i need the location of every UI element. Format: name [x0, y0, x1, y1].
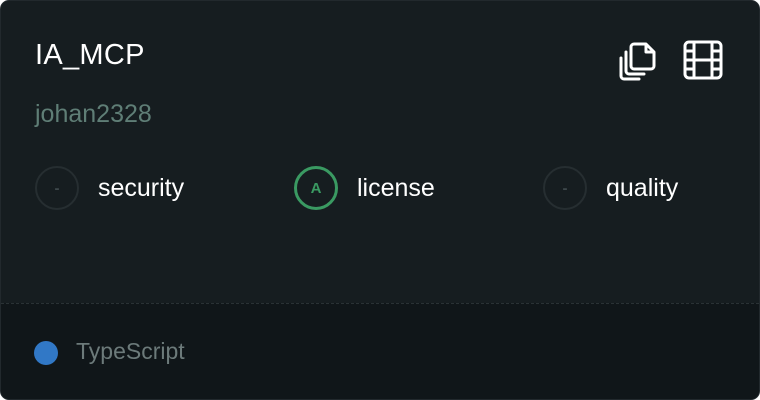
language-color-dot [34, 341, 58, 365]
repo-name[interactable]: IA_MCP [35, 39, 145, 72]
quality-label: quality [606, 173, 679, 202]
license-score[interactable]: A license [294, 164, 435, 212]
copy-icon [619, 42, 656, 81]
repo-owner[interactable]: johan2328 [35, 100, 152, 129]
security-score[interactable]: - security [35, 164, 184, 212]
quality-score[interactable]: - quality [543, 164, 678, 212]
film-icon [683, 40, 723, 80]
license-label: license [357, 173, 435, 202]
repo-card[interactable]: IA_MCP johan2328 - security A license - [0, 0, 760, 400]
quality-grade-badge: - [543, 166, 587, 210]
license-grade-badge: A [294, 166, 338, 210]
language-name: TypeScript [76, 338, 185, 364]
card-footer: TypeScript [1, 303, 759, 399]
video-button[interactable] [681, 38, 725, 82]
security-grade-badge: - [35, 166, 79, 210]
security-label: security [98, 173, 185, 202]
copy-button[interactable] [616, 38, 660, 82]
